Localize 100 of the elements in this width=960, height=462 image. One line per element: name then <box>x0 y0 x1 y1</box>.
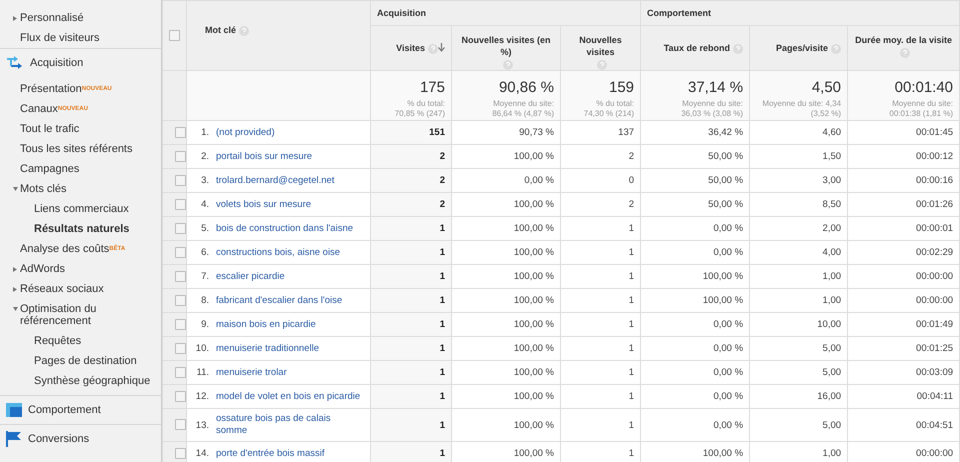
help-icon[interactable] <box>597 60 608 70</box>
table-cell: 100,00 % <box>514 295 554 306</box>
nav-section[interactable]: Comportement <box>0 396 161 424</box>
nav-item[interactable]: Synthèse géographique <box>0 371 161 391</box>
row-checkbox[interactable] <box>175 390 186 402</box>
row-checkbox[interactable] <box>175 294 186 306</box>
nav-item[interactable]: Optimisation du référencement <box>0 299 161 331</box>
keyword-link[interactable]: trolard.bernard@cegetel.net <box>216 174 334 186</box>
help-icon[interactable] <box>733 44 744 54</box>
table-cell: 00:01:26 <box>916 199 954 210</box>
keyword-link[interactable]: volets bois sur mesure <box>216 198 312 210</box>
table-cell: 00:01:25 <box>916 343 954 354</box>
column-header[interactable]: Pages/visite <box>776 43 828 53</box>
nav-item[interactable]: Requêtes <box>0 331 161 351</box>
nav-item[interactable]: Personnalisé <box>0 8 161 28</box>
total-value: 159 <box>608 79 634 96</box>
nav-section[interactable]: Conversions <box>0 425 161 453</box>
table-cell: 0,00 % <box>713 223 744 234</box>
row-checkbox[interactable] <box>175 448 186 459</box>
nav-item[interactable]: Pages de destination <box>0 351 161 371</box>
row-checkbox[interactable] <box>175 270 186 282</box>
nav-item[interactable]: Canaux$^{NOUVEAU}$ <box>0 99 161 119</box>
column-header[interactable]: Visites <box>396 43 425 53</box>
table-cell: 00:04:11 <box>916 391 954 402</box>
nav-item[interactable]: Présentation$^{NOUVEAU}$ <box>0 79 161 99</box>
table-cell: 100,00 % <box>514 319 554 330</box>
keyword-link[interactable]: ossature bois pas de calais somme <box>216 413 364 437</box>
nav-section[interactable]: Acquisition <box>0 49 161 77</box>
keyword-link[interactable]: maison bois en picardie <box>216 318 316 330</box>
help-icon[interactable] <box>239 26 250 36</box>
table-cell: 1 <box>440 343 445 354</box>
nav-item[interactable]: Tout le trafic <box>0 119 161 139</box>
keyword-link[interactable]: constructions bois, aisne oise <box>216 246 340 258</box>
column-header[interactable]: Taux de rebond <box>664 43 730 53</box>
total-value: 00:01:40 <box>894 79 954 96</box>
table-cell: 100,00 % <box>514 448 554 459</box>
table-cell: 151 <box>429 127 445 138</box>
table-cell: 1 <box>440 420 445 430</box>
table-cell: 00:00:00 <box>916 448 954 459</box>
row-checkbox[interactable] <box>175 366 186 378</box>
keyword-link[interactable]: model de volet en bois en picardie <box>216 390 360 402</box>
group-header: Acquisition <box>377 8 426 18</box>
row-checkbox[interactable] <box>175 318 186 330</box>
total-note: (3,52 %) <box>810 109 842 119</box>
keyword-link[interactable]: (not provided) <box>216 126 275 138</box>
nav-item[interactable]: Liens commerciaux <box>0 199 161 219</box>
table-cell: 1 <box>440 367 445 378</box>
table-cell: 1,00 <box>822 295 842 306</box>
table-cell: 1 <box>440 295 445 306</box>
table-cell: 0,00 % <box>713 420 744 430</box>
total-note: 86,64 % (4,87 %) <box>491 109 554 119</box>
row-checkbox[interactable] <box>175 222 186 234</box>
row-number: 3. <box>200 175 210 186</box>
help-icon[interactable] <box>831 44 842 54</box>
keyword-link[interactable]: menuiserie trolar <box>216 366 287 378</box>
nav-item[interactable]: Réseaux sociaux <box>0 279 161 299</box>
table-cell: 2 <box>440 151 445 162</box>
total-note: Moyenne du site: <box>891 99 954 109</box>
table-cell: 16,00 <box>817 391 842 402</box>
keyword-link[interactable]: fabricant d'escalier dans l'oise <box>216 294 342 306</box>
keyword-link[interactable]: porte d'entrée bois massif <box>216 448 324 460</box>
keyword-link[interactable]: escalier picardie <box>216 270 285 282</box>
table-cell: 00:00:00 <box>916 295 954 306</box>
row-number: 8. <box>200 295 210 306</box>
row-checkbox[interactable] <box>175 246 186 258</box>
table-cell: 36,42 % <box>708 127 744 138</box>
table-cell: 100,00 % <box>702 271 744 282</box>
table-cell: 100,00 % <box>514 199 554 210</box>
row-checkbox[interactable] <box>175 150 186 162</box>
table-cell: 00:00:12 <box>916 151 954 162</box>
table-cell: 2,00 <box>822 223 842 234</box>
nav-item[interactable]: Tous les sites référents <box>0 139 161 159</box>
select-all-checkbox[interactable] <box>169 30 180 42</box>
row-checkbox[interactable] <box>175 342 186 354</box>
keyword-link[interactable]: bois de construction dans l'aisne <box>216 222 354 234</box>
nav-item[interactable]: Analyse des coûts$^{BÊTA}$ <box>0 239 161 259</box>
table-cell: 0,00 % <box>713 367 744 378</box>
nav-item[interactable]: Mots clés <box>0 179 161 199</box>
table-cell: 0,00 % <box>713 391 744 402</box>
row-number: 6. <box>200 247 210 258</box>
row-number: 10. <box>194 343 210 354</box>
keyword-link[interactable]: portail bois sur mesure <box>216 150 312 162</box>
help-icon[interactable] <box>502 60 512 70</box>
table-cell: 1 <box>628 247 634 258</box>
sort-arrow-icon[interactable] <box>438 43 445 52</box>
row-checkbox[interactable] <box>175 174 186 186</box>
table-cell: 100,00 % <box>514 391 554 402</box>
table-cell: 4,60 <box>822 127 842 138</box>
table-cell: 8,50 <box>822 199 842 210</box>
table-cell: 1 <box>628 420 634 430</box>
row-number: 4. <box>200 199 210 210</box>
row-checkbox[interactable] <box>175 198 186 210</box>
row-checkbox[interactable] <box>175 419 186 430</box>
keyword-link[interactable]: menuiserie traditionnelle <box>216 342 319 354</box>
nav-item[interactable]: AdWords <box>0 259 161 279</box>
row-checkbox[interactable] <box>175 126 186 138</box>
nav-item[interactable]: Campagnes <box>0 159 161 179</box>
nav-item[interactable]: Flux de visiteurs <box>0 28 161 48</box>
help-icon[interactable] <box>900 48 910 58</box>
nav-item[interactable]: Résultats naturels <box>0 219 161 239</box>
